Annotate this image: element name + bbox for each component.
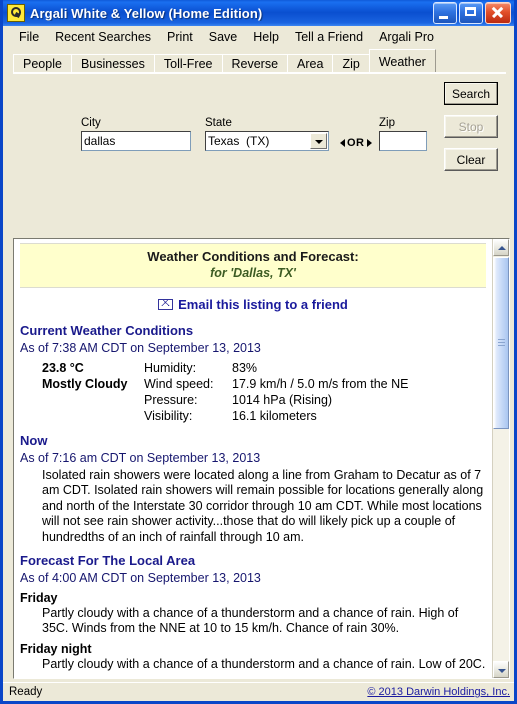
right-triangle-icon <box>366 139 372 147</box>
humidity-key: Humidity: <box>144 361 197 375</box>
menu-item-save[interactable]: Save <box>201 28 246 47</box>
copyright-container: © 2013 Darwin Holdings, Inc. <box>367 686 510 698</box>
search-panel: City State OR Zip Search Stop Clear <box>13 73 506 217</box>
tab-zip[interactable]: Zip <box>332 54 370 72</box>
or-label: OR <box>347 137 365 149</box>
status-text: Ready <box>9 686 43 698</box>
argali-logo-icon <box>7 4 25 22</box>
forecast-day-text: Partly cloudy with a chance of a thunder… <box>42 606 459 636</box>
results-header-subtitle: for 'Dallas, TX' <box>210 266 296 280</box>
or-separator: OR <box>340 137 372 149</box>
tab-toll-free[interactable]: Toll-Free <box>153 54 223 72</box>
pressure-value: 1014 hPa (Rising) <box>232 393 333 407</box>
results-pane: Weather Conditions and Forecast: for 'Da… <box>13 238 510 679</box>
zip-label: Zip <box>379 117 395 129</box>
results-scrollbar[interactable] <box>492 239 509 678</box>
application-window: Argali White & Yellow (Home Edition) Fil… <box>0 0 517 704</box>
menu-item-argali-pro[interactable]: Argali Pro <box>371 28 442 47</box>
copyright-link[interactable]: © 2013 Darwin Holdings, Inc. <box>367 686 510 698</box>
envelope-icon <box>158 299 174 311</box>
zip-input[interactable] <box>379 131 427 151</box>
zip-field-group: Zip <box>379 117 427 151</box>
window-controls <box>433 2 511 24</box>
tab-people[interactable]: People <box>13 54 72 72</box>
results-header-title: Weather Conditions and Forecast: <box>147 249 359 264</box>
forecast-title: Forecast For The Local Area <box>20 553 196 569</box>
now-text: Isolated rain showers were located along… <box>42 468 484 544</box>
tab-businesses[interactable]: Businesses <box>70 54 155 72</box>
now-asof: As of 7:16 am CDT on September 13, 2013 <box>20 451 261 465</box>
menu-bar: File Recent Searches Print Save Help Tel… <box>3 26 514 49</box>
scrollbar-track[interactable] <box>493 429 509 661</box>
results-header-banner: Weather Conditions and Forecast: for 'Da… <box>20 243 486 288</box>
scrollbar-thumb[interactable] <box>493 257 509 429</box>
spacer-cell <box>20 393 144 409</box>
current-conditions-title: Current Weather Conditions <box>20 323 194 338</box>
now-title: Now <box>20 433 48 448</box>
clear-button[interactable]: Clear <box>444 148 498 171</box>
city-field-group: City <box>81 117 191 151</box>
humidity-value: 83% <box>232 361 258 375</box>
state-field-group: State <box>205 117 329 151</box>
visibility-key: Visibility: <box>144 409 193 423</box>
tab-strip: People Businesses Toll-Free Reverse Area… <box>3 49 514 72</box>
current-conditions-asof: As of 7:38 AM CDT on September 13, 2013 <box>20 341 261 355</box>
city-label: City <box>81 117 101 129</box>
stop-button[interactable]: Stop <box>444 115 498 138</box>
scroll-down-arrow-icon <box>498 669 506 673</box>
scroll-down-button[interactable] <box>493 661 509 678</box>
wind-speed-value: 17.9 km/h / 5.0 m/s from the NE <box>232 377 409 391</box>
forecast-asof: As of 4:00 AM CDT on September 13, 2013 <box>20 571 261 586</box>
table-row: Mostly Cloudy Wind speed: 17.9 km/h / 5.… <box>20 377 408 393</box>
scrollbar-grip-icon <box>498 339 505 347</box>
scroll-up-button[interactable] <box>493 239 509 256</box>
email-listing-link[interactable]: Email this listing to a friend <box>178 297 348 312</box>
city-input[interactable] <box>81 131 191 151</box>
email-listing-row: Email this listing to a friend <box>20 288 486 320</box>
scroll-up-arrow-icon <box>498 246 506 250</box>
forecast-day-label: Friday <box>20 591 58 606</box>
menu-item-recent-searches[interactable]: Recent Searches <box>47 28 159 47</box>
tab-area[interactable]: Area <box>287 54 334 72</box>
wind-speed-key: Wind speed: <box>144 377 214 391</box>
visibility-value: 16.1 kilometers <box>232 409 317 423</box>
state-select[interactable] <box>205 131 329 151</box>
maximize-button[interactable] <box>459 2 483 24</box>
current-sky: Mostly Cloudy <box>42 377 128 391</box>
close-button[interactable] <box>485 2 511 24</box>
table-row: 23.8 °C Humidity: 83% <box>20 361 408 377</box>
tab-weather[interactable]: Weather <box>368 49 436 72</box>
window-title: Argali White & Yellow (Home Edition) <box>30 5 263 21</box>
current-temperature: 23.8 °C <box>42 361 84 375</box>
tab-reverse[interactable]: Reverse <box>221 54 289 72</box>
table-row: Visibility: 16.1 kilometers <box>20 409 408 425</box>
results-content: Weather Conditions and Forecast: for 'Da… <box>14 239 492 678</box>
table-row: Pressure: 1014 hPa (Rising) <box>20 393 408 409</box>
minimize-button[interactable] <box>433 2 457 24</box>
menu-item-print[interactable]: Print <box>159 28 201 47</box>
search-button[interactable]: Search <box>444 82 498 105</box>
status-bar: Ready © 2013 Darwin Holdings, Inc. <box>3 682 514 701</box>
forecast-night-text: Partly cloudy with a chance of a thunder… <box>42 656 486 671</box>
menu-item-file[interactable]: File <box>11 28 47 47</box>
forecast-night-label: Friday night <box>20 641 92 656</box>
spacer-cell <box>20 409 144 425</box>
menu-item-help[interactable]: Help <box>245 28 287 47</box>
left-triangle-icon <box>340 139 345 147</box>
current-conditions-table: 23.8 °C Humidity: 83% Mostly Cloudy Wind… <box>20 361 408 425</box>
menu-item-tell-a-friend[interactable]: Tell a Friend <box>287 28 371 47</box>
state-combo-wrap <box>205 131 329 151</box>
pressure-key: Pressure: <box>144 393 198 407</box>
title-bar: Argali White & Yellow (Home Edition) <box>3 0 514 26</box>
state-label: State <box>205 117 232 129</box>
